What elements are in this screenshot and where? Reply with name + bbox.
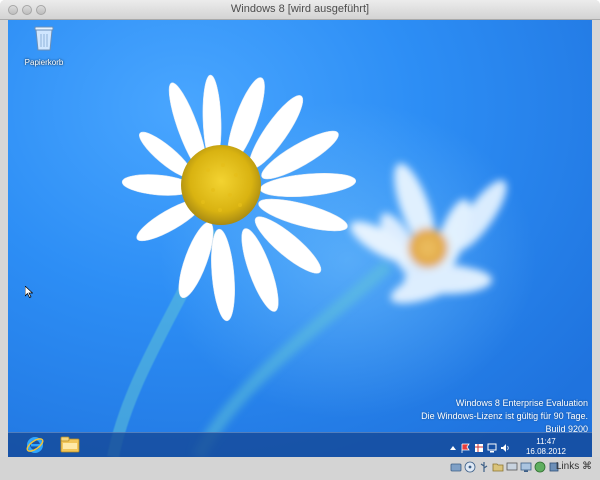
vm-window: Windows 8 [wird ausgeführt] Papierkorb W…	[0, 0, 600, 480]
shared-folder-icon[interactable]	[492, 461, 504, 473]
internet-explorer-icon	[26, 437, 44, 453]
wallpaper-daisy-image	[107, 74, 507, 457]
window-title: Windows 8 [wird ausgeführt]	[230, 3, 370, 15]
vm-statusbar: Links ⌘	[0, 457, 600, 480]
watermark-edition: Windows 8 Enterprise Evaluation	[455, 398, 588, 408]
watermark-license: Die Windows-Lizenz ist gültig für 90 Tag…	[421, 411, 588, 421]
desktop-icon-recycle-bin[interactable]: Papierkorb	[24, 24, 64, 67]
mouse-cursor-icon	[25, 286, 33, 298]
clock-date: 16.08.2012	[525, 447, 566, 456]
taskbar-clock[interactable]: 11:47 16.08.2012	[526, 437, 566, 457]
clock-time: 11:47	[536, 437, 556, 446]
taskbar: 11:47 16.08.2012	[8, 432, 592, 457]
volume-icon[interactable]	[500, 440, 510, 452]
network-adapter-icon[interactable]	[506, 461, 518, 473]
cd-icon[interactable]	[464, 461, 476, 473]
taskbar-file-explorer-button[interactable]	[55, 433, 85, 457]
action-center-flag-icon[interactable]	[461, 440, 471, 453]
window-titlebar[interactable]: Windows 8 [wird ausgeführt]	[0, 0, 600, 20]
desktop-icon-label: Papierkorb	[24, 58, 64, 67]
usb-icon[interactable]	[478, 461, 490, 473]
security-icon[interactable]	[474, 440, 484, 452]
recycle-bin-icon	[34, 26, 54, 51]
guest-screen[interactable]: Papierkorb Windows 8 Enterprise Evaluati…	[8, 20, 592, 457]
host-key-label: Links ⌘	[555, 461, 592, 472]
file-explorer-icon	[60, 436, 80, 453]
show-hidden-icons-icon[interactable]	[448, 440, 458, 450]
network-icon[interactable]	[487, 440, 497, 453]
hard-disk-icon[interactable]	[450, 461, 462, 473]
recording-icon[interactable]	[534, 461, 546, 473]
display-icon[interactable]	[520, 461, 532, 473]
evaluation-watermark: Windows 8 Enterprise Evaluation Die Wind…	[421, 397, 588, 436]
system-tray: 11:47 16.08.2012	[448, 435, 588, 457]
taskbar-internet-explorer-button[interactable]	[20, 433, 50, 457]
